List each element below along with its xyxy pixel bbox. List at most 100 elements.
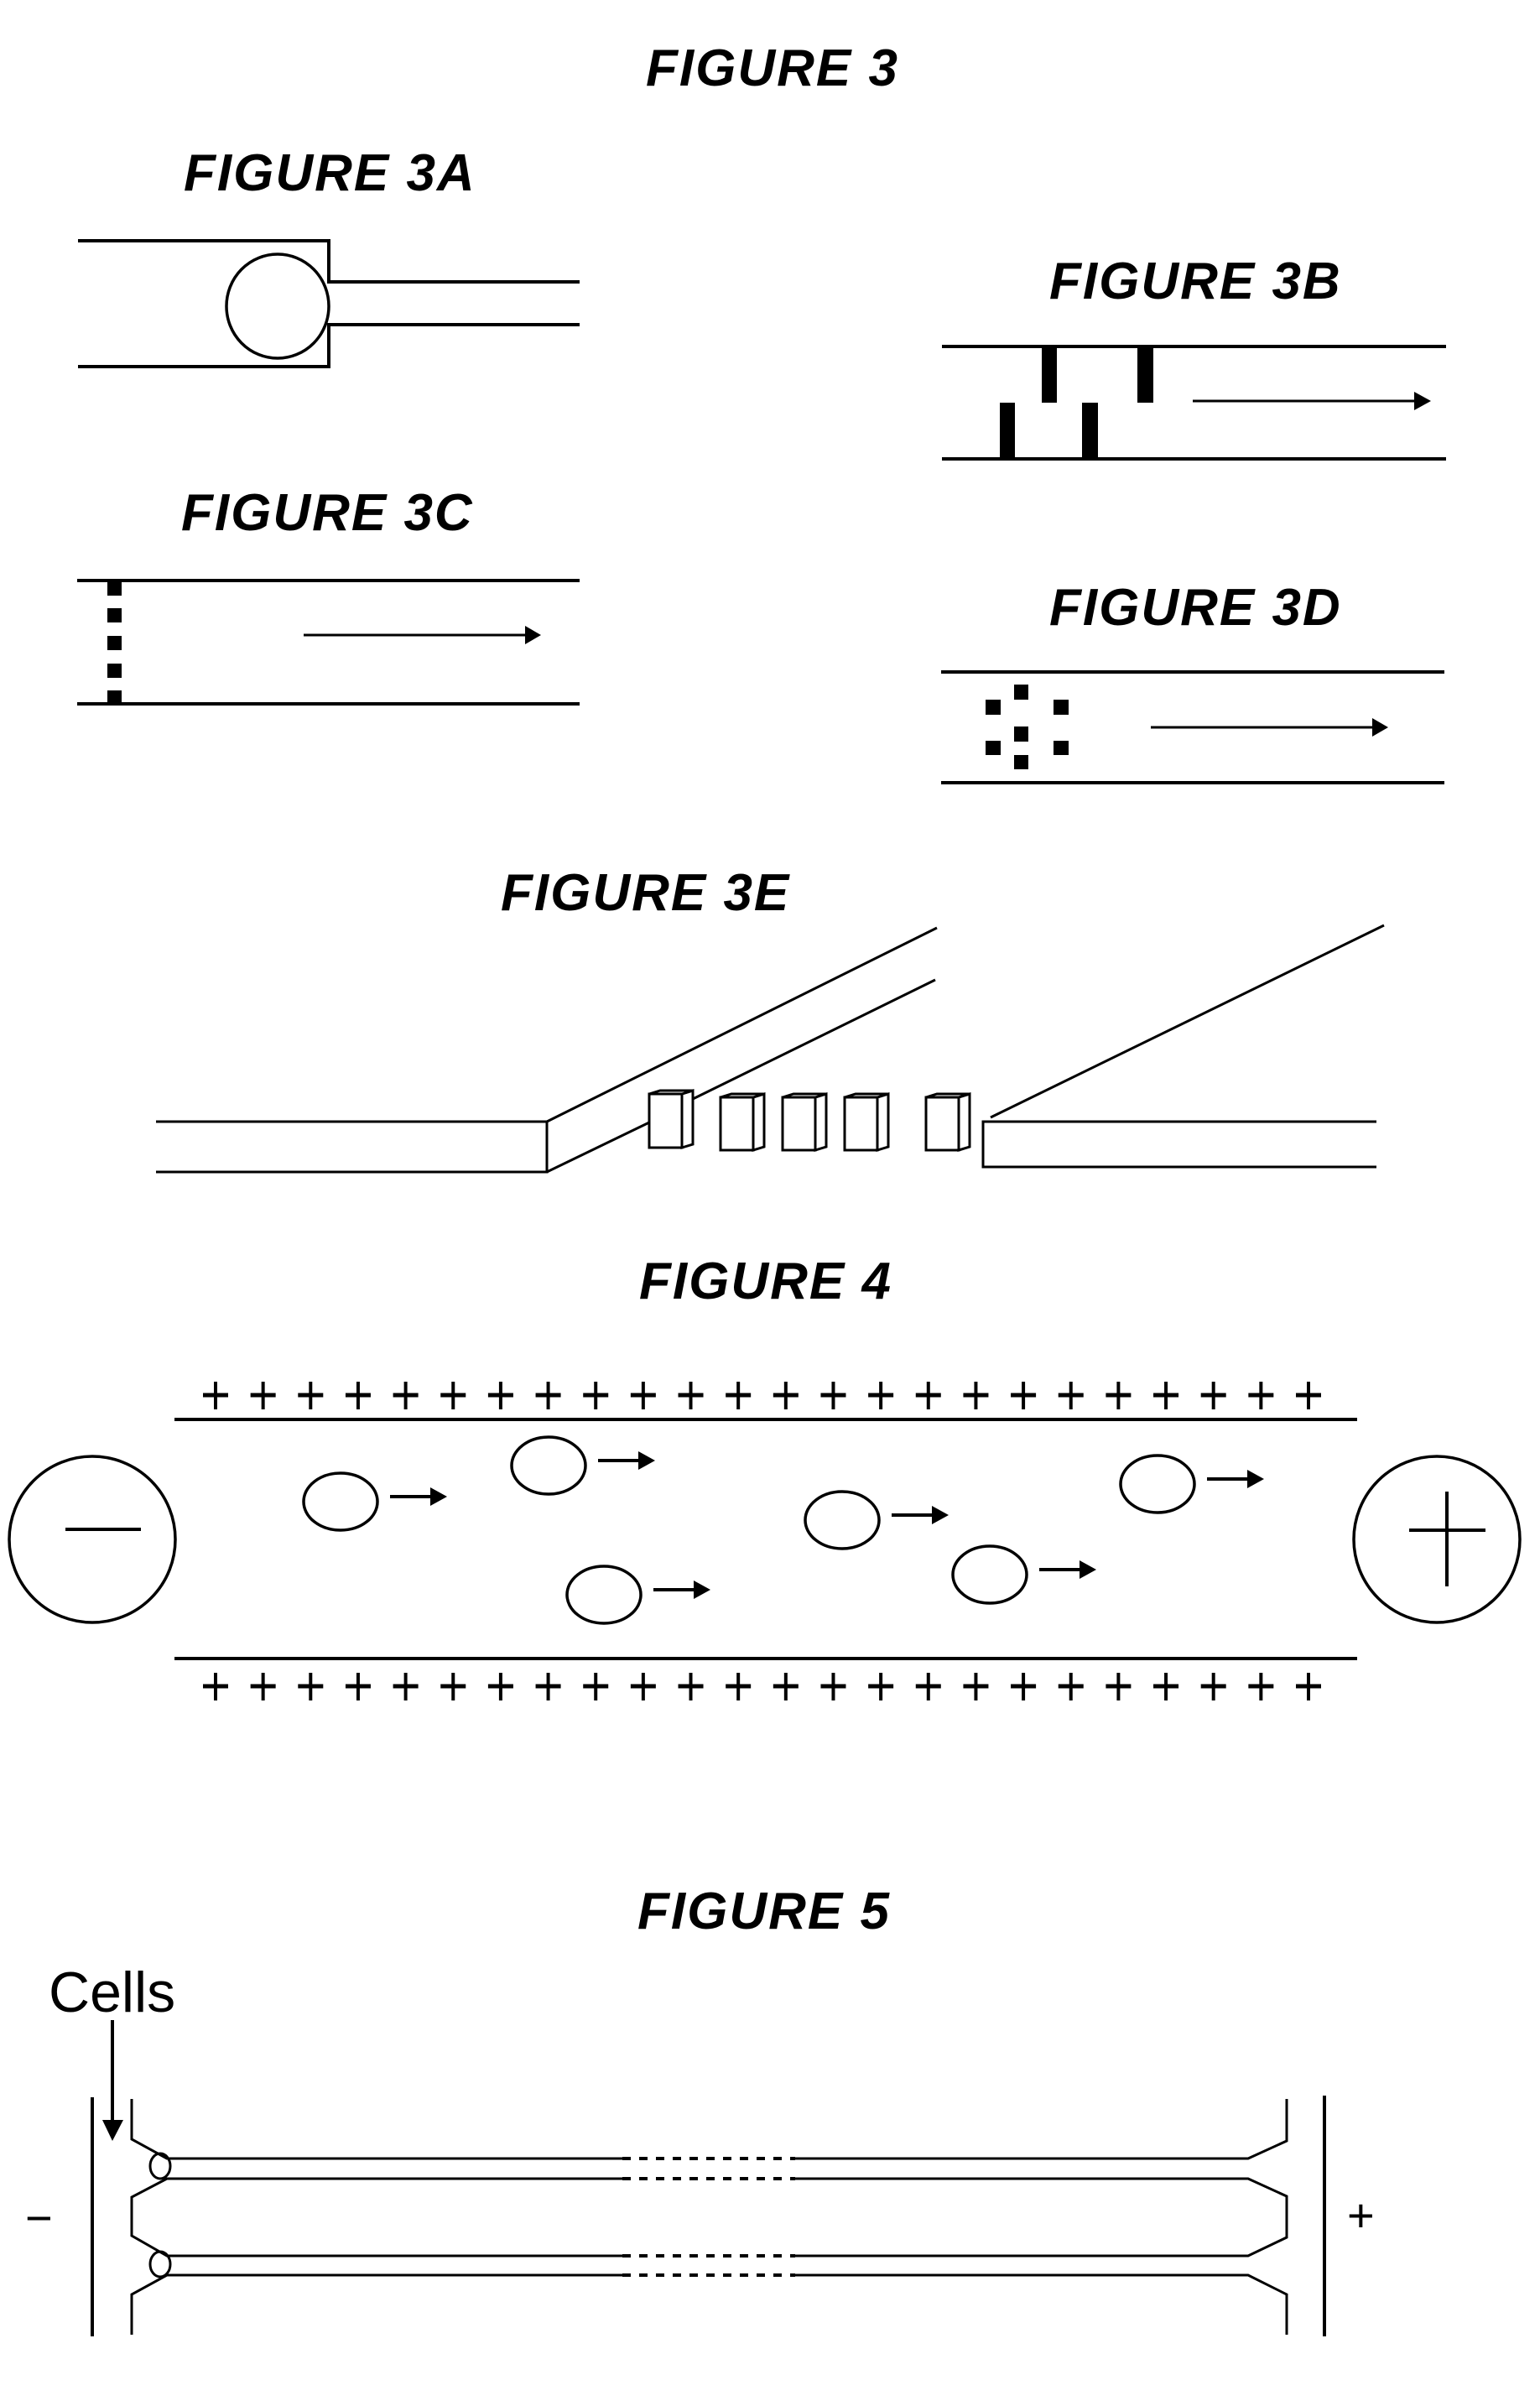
plus-sign-icon	[630, 1673, 656, 1700]
figure-3b: FIGURE 3B	[942, 253, 1446, 461]
figure-3e: FIGURE 3E	[156, 864, 1385, 1174]
fig5-right-reservoir-wall-middle	[795, 2177, 1288, 2258]
plus-sign-icon	[1011, 1382, 1037, 1409]
figure-3a-label: FIGURE 3A	[184, 144, 476, 202]
figure-4: FIGURE 4	[8, 1252, 1522, 1700]
fig3b-flow-arrow-icon	[1193, 392, 1431, 410]
figure-3c-label: FIGURE 3C	[181, 484, 474, 542]
fig5-cell-channel-1	[148, 2152, 172, 2180]
micro-pillar	[924, 1091, 971, 1153]
plus-sign-icon	[393, 1673, 419, 1700]
fig3a-wide-channel-top-wall	[78, 239, 580, 284]
charged-particle	[302, 1471, 447, 1532]
figure-3c: FIGURE 3C	[77, 484, 580, 706]
plus-sign-icon	[1106, 1673, 1132, 1700]
plus-sign-icon	[298, 1673, 324, 1700]
fig5-left-reservoir-wall-bottom	[130, 2273, 622, 2335]
fig5-positive-sign: +	[1347, 2189, 1375, 2242]
migration-arrow-icon	[1039, 1560, 1096, 1579]
plus-sign-icon	[298, 1382, 324, 1409]
fig3d-flow-arrow-icon	[1151, 718, 1388, 737]
plus-sign-icon	[963, 1382, 989, 1409]
plus-sign-icon	[1058, 1382, 1084, 1409]
plus-sign-icon	[487, 1382, 513, 1409]
plus-sign-icon	[345, 1382, 371, 1409]
plus-sign-icon	[915, 1673, 941, 1700]
plus-sign-icon	[630, 1382, 656, 1409]
fig3c-dotted-barrier	[107, 581, 122, 704]
plus-sign-icon	[393, 1382, 419, 1409]
plus-sign-icon	[726, 1382, 752, 1409]
migration-arrow-icon	[653, 1581, 710, 1599]
plus-sign-icon	[345, 1673, 371, 1700]
fig3e-right-channel	[981, 1120, 1376, 1169]
fig5-right-reservoir-wall-top	[795, 2099, 1288, 2160]
fig3e-left-diagonal-inner-lower	[546, 1121, 650, 1174]
plus-sign-icon	[440, 1673, 466, 1700]
fig5-negative-sign: −	[25, 2191, 53, 2244]
micro-pillar	[781, 1091, 828, 1153]
plus-sign-icon	[1296, 1382, 1321, 1409]
plus-sign-icon	[963, 1673, 989, 1700]
plus-sign-icon	[726, 1673, 752, 1700]
charged-particle	[1119, 1454, 1264, 1514]
figure-3d: FIGURE 3D	[941, 579, 1444, 784]
micro-pillar	[648, 1088, 695, 1150]
fig3e-left-diagonal-inner-upper	[692, 978, 936, 1101]
fig3b-barrier-bottom-2	[1082, 403, 1098, 459]
plus-sign-icon	[1200, 1382, 1226, 1409]
plus-sign-icon	[820, 1673, 846, 1700]
plus-sign-icon	[1011, 1673, 1037, 1700]
fig3b-barrier-top-2	[1137, 346, 1153, 403]
fig4-particles	[302, 1435, 1264, 1625]
figure-5-label: FIGURE 5	[637, 1883, 891, 1940]
plus-sign-icon	[440, 1382, 466, 1409]
figure-3a: FIGURE 3A	[78, 144, 580, 368]
figure-4-label: FIGURE 4	[639, 1252, 892, 1310]
fig3e-left-channel	[156, 1120, 549, 1174]
plus-sign-icon	[1058, 1673, 1084, 1700]
figure-3e-label: FIGURE 3E	[501, 864, 790, 922]
migration-arrow-icon	[1207, 1470, 1264, 1488]
fig3e-left-diagonal-outer	[546, 926, 938, 1123]
plus-sign-icon	[773, 1382, 799, 1409]
figure-3-title: FIGURE 3	[646, 39, 899, 97]
figure-3b-label: FIGURE 3B	[1049, 253, 1342, 310]
charged-particle	[804, 1490, 949, 1550]
fig3e-right-diagonal	[990, 924, 1385, 1119]
fig4-bottom-plus-row	[203, 1673, 1321, 1700]
fig3a-wide-channel-bottom-wall	[78, 323, 580, 368]
fig4-top-plus-row	[203, 1382, 1321, 1409]
plus-sign-icon	[583, 1382, 609, 1409]
fig5-cells-inlet-arrow-icon	[102, 2020, 123, 2141]
plus-sign-icon	[583, 1673, 609, 1700]
plus-sign-icon	[203, 1673, 228, 1700]
fig3e-pillars	[648, 1088, 971, 1153]
fig5-left-reservoir-wall-top	[130, 2099, 622, 2160]
micro-pillar	[843, 1091, 890, 1153]
plus-sign-icon	[1153, 1382, 1179, 1409]
fig5-cell-channel-2	[148, 2250, 172, 2278]
plus-sign-icon	[868, 1382, 894, 1409]
fig5-cells-label: Cells	[49, 1961, 175, 2024]
plus-sign-icon	[1248, 1673, 1274, 1700]
fig3b-barrier-top-1	[1042, 346, 1057, 403]
figure-5: FIGURE 5 Cells − +	[25, 1883, 1375, 2336]
charged-particle	[565, 1565, 710, 1625]
charged-particle	[951, 1544, 1096, 1605]
migration-arrow-icon	[892, 1506, 949, 1524]
migration-arrow-icon	[390, 1487, 447, 1506]
plus-sign-icon	[487, 1673, 513, 1700]
charged-particle	[510, 1435, 655, 1496]
plus-sign-icon	[535, 1382, 561, 1409]
plus-sign-icon	[1200, 1673, 1226, 1700]
plus-sign-icon	[535, 1673, 561, 1700]
fig4-negative-electrode	[8, 1455, 177, 1624]
patent-figure-sheet: FIGURE 3 FIGURE 3A FIGURE 3B FIGURE 3C F…	[8, 39, 1522, 2336]
migration-arrow-icon	[598, 1451, 655, 1470]
plus-sign-icon	[1248, 1382, 1274, 1409]
plus-sign-icon	[203, 1382, 228, 1409]
fig3a-cell-particle	[225, 253, 330, 360]
plus-sign-icon	[250, 1673, 276, 1700]
plus-sign-icon	[915, 1382, 941, 1409]
